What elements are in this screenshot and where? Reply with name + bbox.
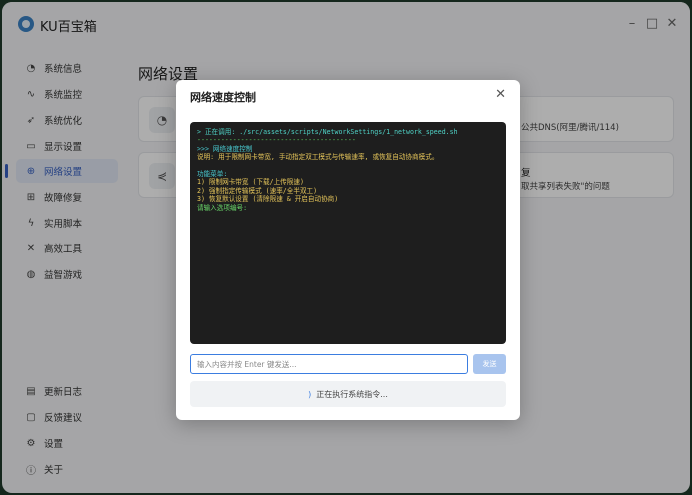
- dialog-title: 网络速度控制: [190, 91, 256, 104]
- status-text: 正在执行系统指令...: [316, 389, 388, 399]
- terminal-line: 说明: 用于限制网卡带宽, 手动指定双工模式与传输速率, 或恢复自动协商模式。: [197, 153, 439, 162]
- command-input[interactable]: [190, 354, 468, 374]
- close-icon[interactable]: ✕: [495, 87, 506, 102]
- terminal-line: ----------------------------------------: [197, 136, 356, 145]
- terminal-line: >>> 网络速度控制: [197, 144, 253, 153]
- terminal-line: 请输入选项编号:: [197, 203, 248, 212]
- terminal-line: 2) 强制指定传输模式 (速率/全半双工): [197, 186, 318, 195]
- spinner-icon: ): [308, 389, 312, 399]
- terminal-line: 1) 限制网卡带宽 (下载/上传限速): [197, 178, 304, 187]
- terminal-line: 3) 恢复默认设置 (清除限速 & 开启自动协商): [197, 195, 339, 204]
- network-speed-dialog: 网络速度控制 ✕ > 正在调用: ./src/assets/scripts/Ne…: [176, 80, 520, 420]
- status-bar: ) 正在执行系统指令...: [190, 381, 506, 407]
- terminal-output: > 正在调用: ./src/assets/scripts/NetworkSett…: [190, 122, 506, 344]
- terminal-line: > 正在调用: ./src/assets/scripts/NetworkSett…: [197, 128, 458, 136]
- send-button[interactable]: 发送: [473, 354, 506, 374]
